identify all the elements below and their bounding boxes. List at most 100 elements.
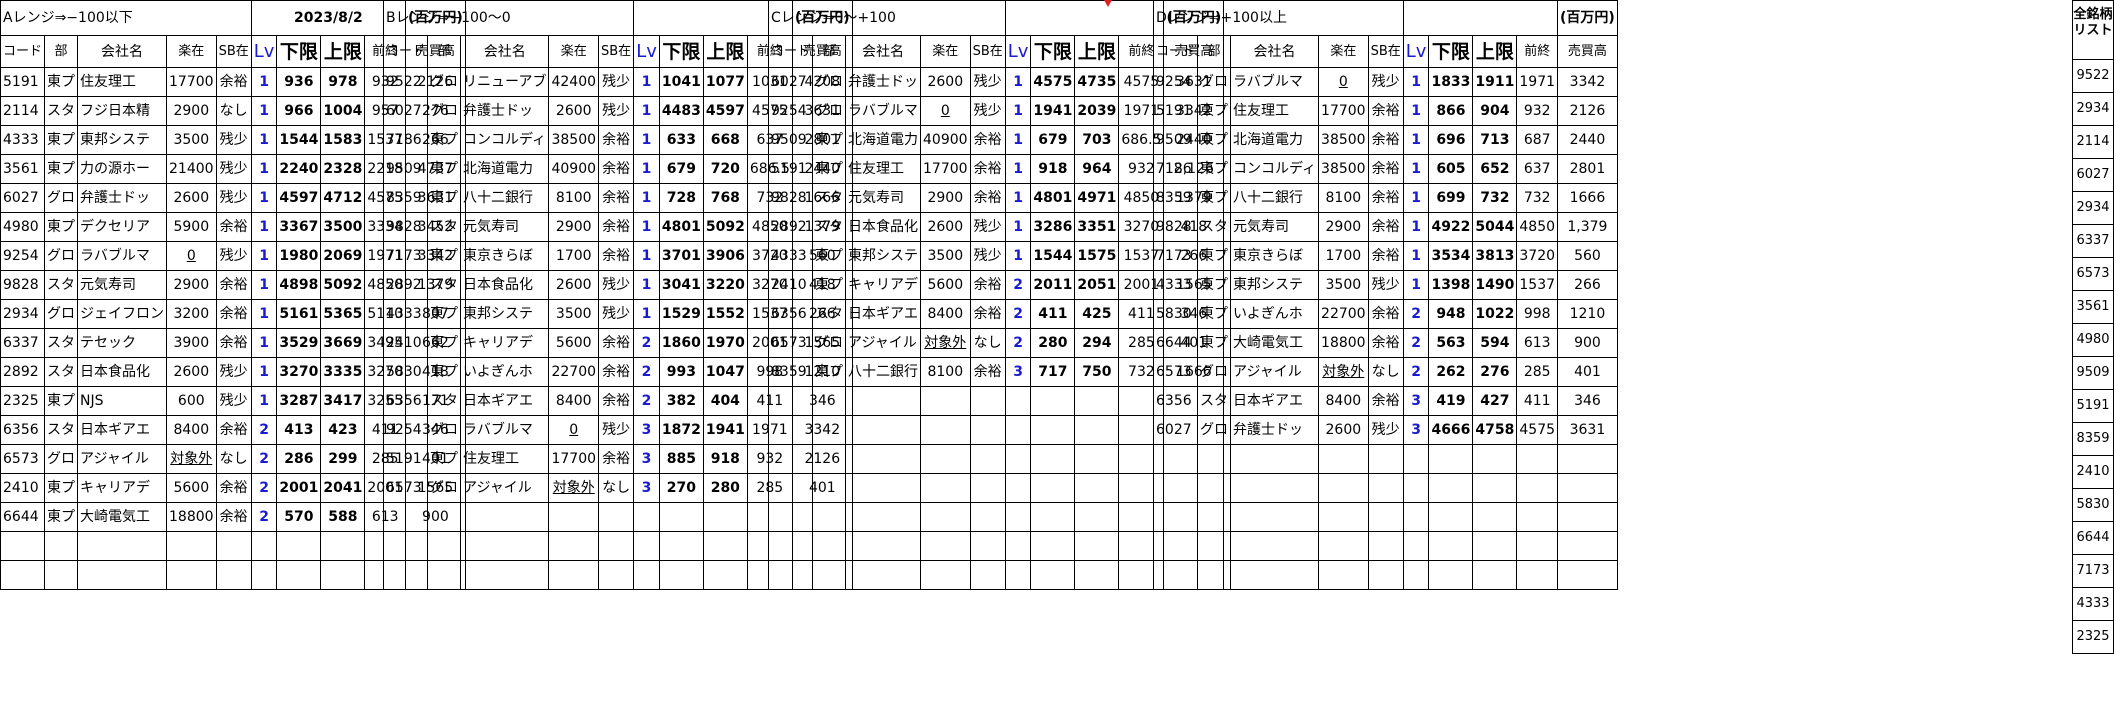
cell-stock: 8100 <box>1318 183 1369 213</box>
cell-lv: 1 <box>250 328 278 358</box>
cell-dept <box>1197 560 1232 590</box>
cell-upper: 294 <box>1074 328 1120 358</box>
cell-code <box>767 415 814 445</box>
cell-stock: 21400 <box>166 154 217 184</box>
cell-upper <box>1472 531 1518 561</box>
cell-company: 八十二銀行 <box>1230 183 1320 213</box>
cell-sb: 余裕 <box>598 183 635 213</box>
cell-dept <box>812 444 847 474</box>
cell-upper: 4597 <box>702 96 748 126</box>
cell-code: 6573 <box>0 444 46 474</box>
cell-lv <box>1004 444 1032 474</box>
cell-sales <box>1557 473 1618 503</box>
cell-stock: 22700 <box>1318 299 1369 329</box>
cell-sb <box>1367 531 1404 561</box>
cell-stock <box>166 560 217 590</box>
cell-upper: 1490 <box>1472 270 1518 300</box>
range-title: Bレンジ⇒−100〜0 <box>382 0 635 36</box>
cell-upper: 2039 <box>1074 96 1120 126</box>
cell-sb: 余裕 <box>598 241 635 271</box>
table-row: 5191 東プ 住友理工 17700 余裕 1 866 904 932 2126 <box>1152 96 1618 126</box>
cell-sb <box>215 531 252 561</box>
cell-lv <box>633 502 660 532</box>
cell-sb <box>969 386 1006 416</box>
cell-code: 6356 <box>0 415 46 445</box>
cell-stock: 2600 <box>920 67 971 97</box>
cell-code: 2410 <box>767 270 814 300</box>
cell-company: NJS <box>77 386 168 416</box>
cell-upper: 425 <box>1074 299 1120 329</box>
cell-lv: 1 <box>633 125 660 155</box>
cell-company: 日本ギアエ <box>460 386 550 416</box>
cell-upper: 280 <box>702 473 748 503</box>
cell-company: 八十二銀行 <box>845 357 922 387</box>
cell-code: 2410 <box>382 328 429 358</box>
cell-code <box>1152 560 1199 590</box>
cell-stock <box>920 473 971 503</box>
cell-lower: 570 <box>276 502 322 532</box>
cell-lower <box>1030 386 1076 416</box>
range-title: Dレンジ⇒+100以上 <box>1153 0 1404 36</box>
stock-list-item: 2934 <box>2072 192 2114 225</box>
cell-code: 6644 <box>0 502 46 532</box>
cell-sb <box>969 502 1006 532</box>
cell-stock: 2600 <box>1318 415 1369 445</box>
cell-upper <box>1472 502 1518 532</box>
stock-list-item: 8359 <box>2072 423 2114 456</box>
cell-dept: グロ <box>44 183 79 213</box>
unit-label: (百万円) <box>1557 0 1618 36</box>
cell-lv: 1 <box>633 154 660 184</box>
cell-upper <box>1074 386 1120 416</box>
cell-code: 2325 <box>0 386 46 416</box>
cell-lower: 918 <box>1030 154 1076 184</box>
cell-upper: 5365 <box>320 299 366 329</box>
cell-code: 5830 <box>382 357 429 387</box>
cell-company: 日本ギアエ <box>77 415 168 445</box>
col-header-upper: 上限 <box>702 35 748 68</box>
cell-upper: 713 <box>1472 125 1518 155</box>
cell-upper: 918 <box>702 444 748 474</box>
cell-dept: 東プ <box>44 212 79 242</box>
col-header-company: 会社名 <box>77 35 168 68</box>
cell-prev: 998 <box>1516 299 1559 329</box>
cell-company: 住友理工 <box>1230 96 1320 126</box>
cell-code: 9254 <box>1152 67 1199 97</box>
cell-sb: 残少 <box>215 241 252 271</box>
cell-sb: 余裕 <box>598 357 635 387</box>
cell-lv: 1 <box>633 212 660 242</box>
cell-sales <box>1557 502 1618 532</box>
cell-prev: 1971 <box>1516 67 1559 97</box>
cell-company: コンコルディ <box>1230 154 1320 184</box>
cell-sb: 余裕 <box>1367 154 1404 184</box>
cell-lv: 1 <box>1004 212 1032 242</box>
cell-sales: 3631 <box>1557 415 1618 445</box>
cell-lv: 1 <box>1402 67 1430 97</box>
cell-prev: 4575 <box>1516 415 1559 445</box>
cell-prev <box>1516 502 1559 532</box>
cell-dept: グロ <box>427 473 462 503</box>
cell-sb: 余裕 <box>215 299 252 329</box>
cell-lower: 3270 <box>276 357 322 387</box>
cell-lv: 1 <box>250 386 278 416</box>
cell-lv <box>1004 473 1032 503</box>
cell-company <box>460 531 550 561</box>
cell-sb <box>598 502 635 532</box>
cell-company: デクセリア <box>77 212 168 242</box>
cell-code: 9522 <box>382 67 429 97</box>
cell-sb: なし <box>215 444 252 474</box>
cell-stock: 3200 <box>166 299 217 329</box>
cell-company: いよぎんホ <box>460 357 550 387</box>
cell-lv: 1 <box>633 96 660 126</box>
cell-sb: 余裕 <box>1367 125 1404 155</box>
cell-lower: 3041 <box>658 270 704 300</box>
range-title: Aレンジ⇒−100以下 <box>0 0 252 36</box>
cell-dept <box>1197 531 1232 561</box>
cell-dept: 東プ <box>44 502 79 532</box>
cell-sb: 残少 <box>215 125 252 155</box>
cell-company: テセック <box>77 328 168 358</box>
col-header-dept: 部 <box>427 35 462 68</box>
col-header-lower: 下限 <box>658 35 704 68</box>
table-row: 6356 スタ 日本ギアエ 8400 余裕 3 419 427 411 346 <box>1152 386 1618 416</box>
cell-stock: 17700 <box>1318 96 1369 126</box>
cell-lower <box>658 531 704 561</box>
